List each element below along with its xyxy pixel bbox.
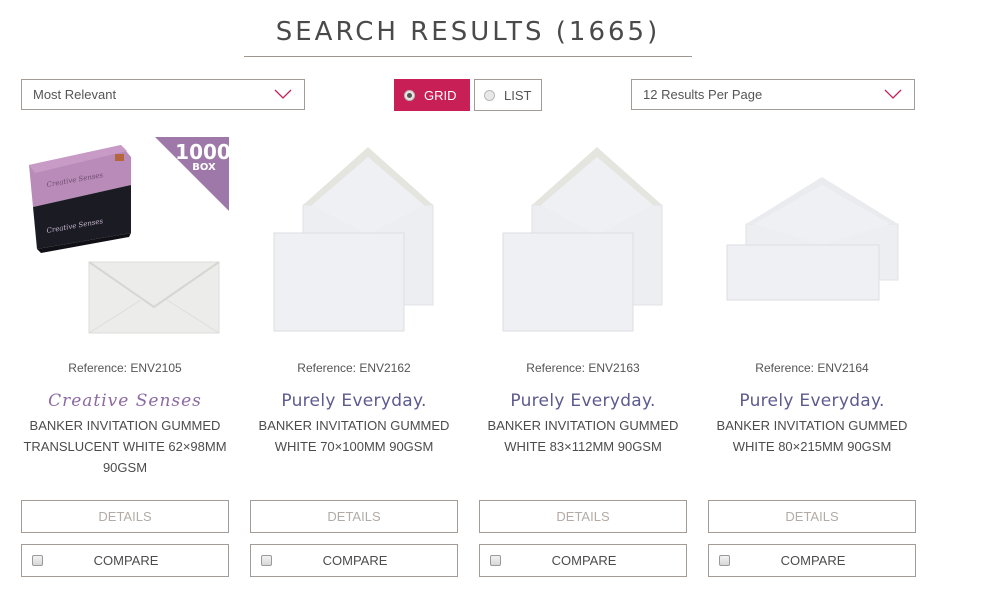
page-title: SEARCH RESULTS (1665) xyxy=(275,17,661,47)
details-button[interactable]: DETAILS xyxy=(21,500,229,533)
chevron-down-icon xyxy=(884,89,902,99)
product-name[interactable]: BANKER INVITATION GUMMED WHITE 70×100MM … xyxy=(244,415,464,457)
product-brand-logo[interactable]: Purely Everyday. xyxy=(708,391,916,411)
page-title-wrap: SEARCH RESULTS (1665) xyxy=(244,14,692,50)
product-name[interactable]: BANKER INVITATION GUMMED WHITE 80×215MM … xyxy=(702,415,922,457)
envelope-icon xyxy=(502,147,663,332)
compare-label: COMPARE xyxy=(93,553,159,568)
compare-label: COMPARE xyxy=(780,553,846,568)
product-image[interactable] xyxy=(250,135,458,335)
product-image[interactable]: Creative Senses Creative Senses 1000 BOX xyxy=(21,135,229,335)
badge-number: 1000 xyxy=(175,140,229,164)
envelope-box-icon: Creative Senses Creative Senses xyxy=(29,145,131,253)
sort-select[interactable]: Most Relevant xyxy=(21,79,305,110)
quantity-badge: 1000 BOX xyxy=(155,137,229,211)
list-view-label: LIST xyxy=(504,87,532,103)
compare-button[interactable]: COMPARE xyxy=(708,544,916,577)
compare-button[interactable]: COMPARE xyxy=(21,544,229,577)
product-name[interactable]: BANKER INVITATION GUMMED TRANSLUCENT WHI… xyxy=(15,415,235,478)
details-button[interactable]: DETAILS xyxy=(250,500,458,533)
product-reference: Reference: ENV2162 xyxy=(297,361,411,375)
badge-unit: BOX xyxy=(192,162,216,173)
results-per-page-value: 12 Results Per Page xyxy=(643,87,763,102)
envelope-icon xyxy=(273,147,434,332)
product-name[interactable]: BANKER INVITATION GUMMED WHITE 83×112MM … xyxy=(473,415,693,457)
sort-select-value: Most Relevant xyxy=(33,87,117,102)
product-reference: Reference: ENV2105 xyxy=(68,361,182,375)
compare-label: COMPARE xyxy=(551,553,617,568)
grid-radio-icon[interactable] xyxy=(404,89,415,101)
details-button[interactable]: DETAILS xyxy=(708,500,916,533)
product-reference: Reference: ENV2163 xyxy=(526,361,640,375)
product-reference: Reference: ENV2164 xyxy=(755,361,869,375)
product-brand-logo[interactable]: Purely Everyday. xyxy=(479,391,687,411)
title-divider xyxy=(244,56,692,57)
details-button[interactable]: DETAILS xyxy=(479,500,687,533)
product-image[interactable] xyxy=(708,135,916,335)
compare-label: COMPARE xyxy=(322,553,388,568)
list-radio-icon[interactable] xyxy=(484,89,495,101)
grid-view-label: GRID xyxy=(424,87,457,103)
results-per-page-select[interactable]: 12 Results Per Page xyxy=(631,79,915,110)
list-view-button[interactable]: LIST xyxy=(474,79,542,111)
product-brand-logo[interactable]: Purely Everyday. xyxy=(250,391,458,411)
envelope-icon xyxy=(88,261,220,334)
compare-button[interactable]: COMPARE xyxy=(250,544,458,577)
grid-view-button[interactable]: GRID xyxy=(394,79,470,111)
envelope-icon xyxy=(726,177,899,301)
product-image[interactable] xyxy=(479,135,687,335)
chevron-down-icon xyxy=(274,89,292,99)
product-brand-logo[interactable]: Creative Senses xyxy=(21,391,229,411)
compare-button[interactable]: COMPARE xyxy=(479,544,687,577)
